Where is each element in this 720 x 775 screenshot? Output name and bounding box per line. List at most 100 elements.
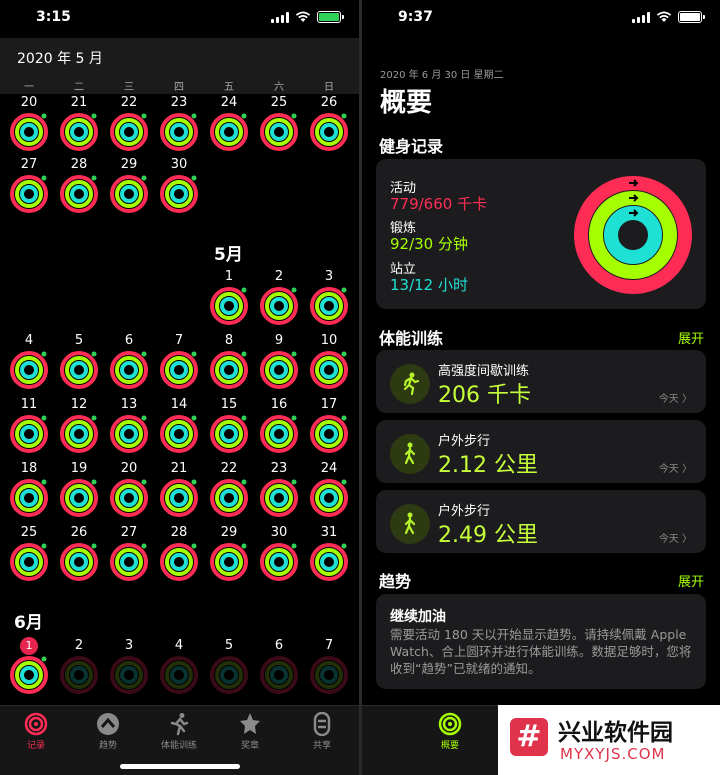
tab-summary[interactable]: 概要 [420,712,480,751]
day-activity-rings [310,543,348,581]
tab-sharing[interactable]: 共享 [292,712,352,751]
home-indicator [119,764,240,769]
tab-label: 概要 [440,741,459,751]
calendar-day[interactable]: 4 [4,332,54,390]
day-activity-rings [310,113,348,151]
calendar-day[interactable]: 10 [304,332,354,390]
calendar-day[interactable]: 30 [254,524,304,582]
day-number: 17 [320,397,338,412]
activity-rings [574,176,692,294]
calendar-day[interactable]: 6 [104,332,154,390]
calendar-day[interactable]: 31 [304,524,354,582]
tab-trends[interactable]: 趋势 [78,712,138,751]
calendar-header: 2020 年 5 月 一 二 三 四 五 六 日 [0,38,359,94]
activity-rings-icon [24,712,48,736]
activity-rings-card[interactable]: 活动 779/660 千卡 锻炼 92/30 分钟 站立 13/12 小时 [376,159,706,309]
workout-card[interactable]: 户外步行 2.49 公里 今天 〉 [376,490,706,553]
calendar-day[interactable]: 26 [304,94,354,152]
watermark-url: MYXYJS.COM [560,745,666,763]
tab-awards[interactable]: 奖章 [220,712,280,751]
calendar-day[interactable]: 23 [254,460,304,518]
calendar-day[interactable]: 12 [54,396,104,454]
calendar-day[interactable]: 15 [204,396,254,454]
calendar-day[interactable]: 3 [304,268,354,326]
calendar-day[interactable]: 7 [154,332,204,390]
calendar-day[interactable]: 2 [254,268,304,326]
running-figure-icon [170,713,189,736]
trend-card-body: 需要活动 180 天以开始显示趋势。请持续佩戴 Apple Watch、合上圆环… [390,627,692,676]
calendar-day[interactable]: 16 [254,396,304,454]
walking-figure-icon [404,442,416,465]
calendar-day[interactable]: 1 [4,637,54,695]
calendar-day[interactable]: 8 [204,332,254,390]
calendar-day[interactable]: 6 [254,637,304,695]
calendar-day[interactable]: 5 [54,332,104,390]
workout-card[interactable]: 户外步行 2.12 公里 今天 〉 [376,420,706,483]
calendar-day[interactable]: 24 [304,460,354,518]
calendar-day[interactable]: 26 [54,524,104,582]
calendar-day[interactable]: 21 [154,460,204,518]
day-activity-rings [260,113,298,151]
calendar-day[interactable]: 30 [154,156,204,214]
calendar-day[interactable]: 7 [304,637,354,695]
calendar-day[interactable]: 24 [204,94,254,152]
day-number: 1 [224,269,234,284]
calendar-day[interactable]: 19 [54,460,104,518]
day-number: 21 [70,95,88,110]
day-activity-rings [160,351,198,389]
day-number: 28 [70,157,88,172]
calendar-day[interactable]: 29 [204,524,254,582]
today-badge: 1 [20,637,38,655]
calendar-day[interactable]: 14 [154,396,204,454]
hash-logo-icon: # [510,718,548,756]
trend-card-title: 继续加油 [390,609,446,625]
calendar-day[interactable]: 28 [154,524,204,582]
day-number: 9 [274,333,284,348]
status-time: 3:15 [36,9,71,25]
workouts-expand-link[interactable]: 展开 [678,328,704,347]
month-label-june: 6月 [14,613,43,633]
calendar-day[interactable]: 22 [204,460,254,518]
calendar-day[interactable]: 3 [104,637,154,695]
weekday-label: 二 [74,82,84,93]
trends-card[interactable]: 继续加油 需要活动 180 天以开始显示趋势。请持续佩戴 Apple Watch… [376,594,706,689]
calendar-day[interactable]: 29 [104,156,154,214]
workout-card[interactable]: 高强度间歇训练 206 千卡 今天 〉 [376,350,706,413]
calendar-day[interactable]: 9 [254,332,304,390]
fitness-record-title: 健身记录 [379,137,444,156]
day-activity-rings [60,175,98,213]
day-number: 11 [20,397,38,412]
calendar-day[interactable]: 25 [4,524,54,582]
day-number: 29 [120,157,138,172]
day-number: 12 [70,397,88,412]
calendar-day[interactable]: 27 [104,524,154,582]
tab-label: 记录 [26,741,45,751]
calendar-day[interactable]: 4 [154,637,204,695]
day-activity-rings [110,113,148,151]
calendar-day[interactable]: 22 [104,94,154,152]
tab-label: 趋势 [98,741,117,751]
calendar-day[interactable]: 13 [104,396,154,454]
tab-workouts[interactable]: 体能训练 [149,712,209,751]
calendar-day[interactable]: 25 [254,94,304,152]
calendar-day[interactable]: 11 [4,396,54,454]
calendar-day[interactable]: 20 [104,460,154,518]
calendar-day[interactable]: 20 [4,94,54,152]
calendar-day[interactable]: 28 [54,156,104,214]
calendar-day[interactable]: 5 [204,637,254,695]
calendar-day[interactable]: 18 [4,460,54,518]
weekday-label: 三 [124,82,134,93]
calendar-day[interactable]: 27 [4,156,54,214]
calendar-day[interactable]: 2 [54,637,104,695]
calendar-day[interactable]: 23 [154,94,204,152]
day-activity-rings [60,479,98,517]
calendar-day[interactable]: 21 [54,94,104,152]
day-activity-rings [210,113,248,151]
trends-expand-link[interactable]: 展开 [678,571,704,590]
calendar-day[interactable]: 1 [204,268,254,326]
day-number: 7 [324,638,334,653]
tab-history[interactable]: 记录 [6,712,66,751]
day-number: 4 [174,638,184,653]
day-number: 25 [20,525,38,540]
calendar-day[interactable]: 17 [304,396,354,454]
